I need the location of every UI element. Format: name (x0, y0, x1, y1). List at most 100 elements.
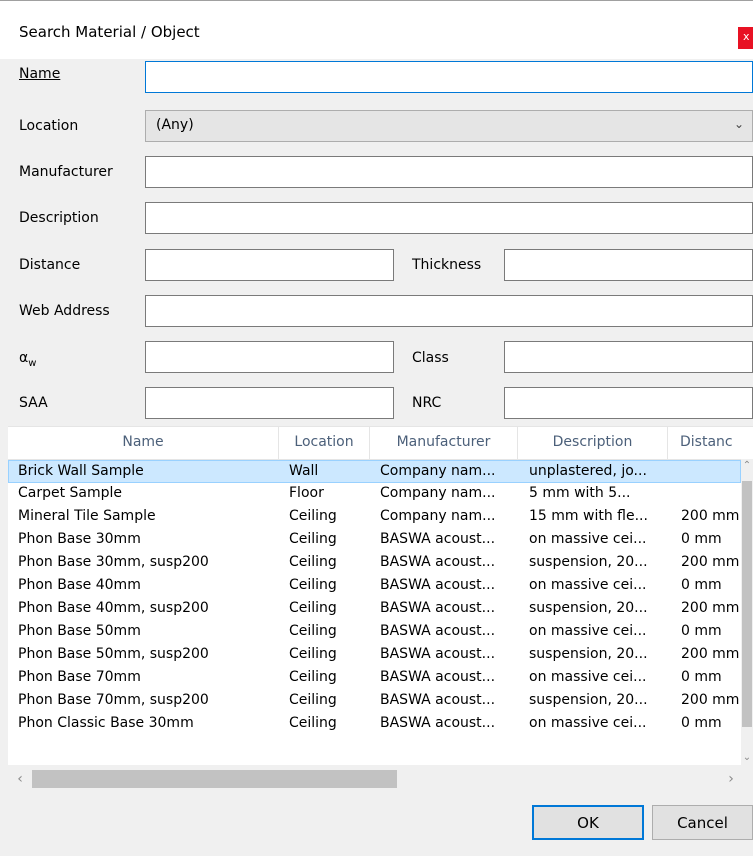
cell-location: Floor (289, 485, 324, 501)
ok-button[interactable]: OK (532, 805, 644, 840)
class-input[interactable] (504, 341, 753, 373)
cell-distance: 200 mm (681, 554, 740, 570)
title-bar: Search Material / Object x (0, 0, 753, 59)
table-row[interactable]: Phon Base 30mm, susp200 Ceiling BASWA acou… (8, 552, 741, 575)
table-row[interactable]: Phon Base 50mm Ceiling BASWA acoust... on m… (8, 621, 741, 644)
cell-manufacturer: BASWA acoust... (380, 577, 496, 593)
location-value: (Any) (156, 117, 194, 133)
cell-manufacturer: BASWA acoust... (380, 669, 496, 685)
table-row[interactable]: Phon Base 70mm, susp200 Ceiling BASWA acou… (8, 690, 741, 713)
cell-name: Phon Base 70mm (18, 669, 141, 685)
cell-manufacturer: BASWA acoust... (380, 623, 496, 639)
web-address-input[interactable] (145, 295, 753, 327)
scroll-up-icon[interactable]: ⌃ (741, 459, 753, 473)
column-header-distance[interactable]: Distanc (668, 427, 753, 459)
nrc-label: NRC (412, 395, 442, 411)
table-row[interactable]: Phon Classic Base 30mm Ceiling BASWA acous… (8, 713, 741, 736)
cell-manufacturer: Company nam... (380, 463, 496, 479)
cell-manufacturer: BASWA acoust... (380, 554, 496, 570)
name-label: Name (19, 66, 61, 82)
cell-location: Ceiling (289, 508, 337, 524)
table-row[interactable]: Brick Wall Sample Wall Company nam... unpla… (8, 460, 741, 483)
list-header: Name Location Manufacturer Description D… (8, 427, 753, 460)
column-header-name[interactable]: Name (8, 427, 279, 459)
scroll-left-icon[interactable]: ‹ (12, 770, 28, 788)
cell-name: Phon Base 40mm (18, 577, 141, 593)
cell-description: on massive cei... (529, 577, 647, 593)
cell-name: Mineral Tile Sample (18, 508, 156, 524)
saa-input[interactable] (145, 387, 394, 419)
cell-distance: 0 mm (681, 531, 722, 547)
alpha-w-input[interactable] (145, 341, 394, 373)
cell-name: Carpet Sample (18, 485, 123, 501)
table-row[interactable]: Mineral Tile Sample Ceiling Company nam...… (8, 506, 741, 529)
cancel-button[interactable]: Cancel (652, 805, 753, 840)
cell-distance: 0 mm (681, 715, 722, 731)
distance-label: Distance (19, 257, 81, 273)
dialog-title: Search Material / Object (19, 23, 200, 41)
cell-location: Ceiling (289, 669, 337, 685)
cell-name: Phon Base 50mm (18, 623, 141, 639)
table-row[interactable]: Phon Base 50mm, susp200 Ceiling BASWA acou… (8, 644, 741, 667)
chevron-down-icon: ⌄ (733, 117, 744, 131)
distance-input[interactable] (145, 249, 394, 281)
cell-distance: 0 mm (681, 623, 722, 639)
column-header-description[interactable]: Description (518, 427, 668, 459)
column-header-location[interactable]: Location (279, 427, 370, 459)
close-icon[interactable]: x (738, 27, 753, 49)
cell-description: suspension, 20... (529, 600, 648, 616)
alpha-w-label: αw (19, 350, 37, 369)
manufacturer-input[interactable] (145, 156, 753, 188)
cell-location: Ceiling (289, 715, 337, 731)
nrc-input[interactable] (504, 387, 753, 419)
scroll-down-icon[interactable]: ⌄ (741, 751, 753, 765)
cell-name: Phon Base 50mm, susp200 (18, 646, 209, 662)
table-row[interactable]: Carpet Sample Floor Company nam... 5 mm wit… (8, 483, 741, 506)
manufacturer-label: Manufacturer (19, 164, 113, 180)
cell-name: Phon Base 30mm (18, 531, 141, 547)
search-dialog: Search Material / Object x Name Location… (0, 0, 753, 856)
horizontal-scroll-thumb[interactable] (32, 770, 397, 788)
location-select[interactable]: (Any) ⌄ (145, 110, 753, 142)
cell-manufacturer: Company nam... (380, 508, 496, 524)
cell-manufacturer: BASWA acoust... (380, 715, 496, 731)
cell-location: Ceiling (289, 577, 337, 593)
cell-description: on massive cei... (529, 531, 647, 547)
cell-location: Ceiling (289, 692, 337, 708)
cell-distance: 200 mm (681, 692, 740, 708)
cell-location: Ceiling (289, 646, 337, 662)
scroll-right-icon[interactable]: › (723, 770, 739, 788)
cell-name: Phon Classic Base 30mm (18, 715, 194, 731)
cell-name: Phon Base 70mm, susp200 (18, 692, 209, 708)
horizontal-scrollbar[interactable]: ‹ › (8, 765, 753, 797)
table-row[interactable]: Phon Base 30mm Ceiling BASWA acoust... on m… (8, 529, 741, 552)
saa-label: SAA (19, 395, 48, 411)
cell-distance: 0 mm (681, 669, 722, 685)
cell-description: suspension, 20... (529, 554, 648, 570)
column-header-manufacturer[interactable]: Manufacturer (370, 427, 518, 459)
table-row[interactable]: Phon Base 70mm Ceiling BASWA acoust... on m… (8, 667, 741, 690)
vertical-scroll-thumb[interactable] (742, 481, 752, 727)
cell-description: suspension, 20... (529, 646, 648, 662)
cell-location: Ceiling (289, 623, 337, 639)
cell-name: Phon Base 40mm, susp200 (18, 600, 209, 616)
name-input[interactable] (145, 61, 753, 93)
cell-description: on massive cei... (529, 715, 647, 731)
vertical-scrollbar[interactable]: ⌃ ⌄ (741, 459, 753, 765)
cell-location: Ceiling (289, 554, 337, 570)
location-label: Location (19, 118, 79, 134)
results-list[interactable]: Name Location Manufacturer Description D… (8, 426, 753, 797)
description-input[interactable] (145, 202, 753, 234)
table-row[interactable]: Phon Base 40mm, susp200 Ceiling BASWA acou… (8, 598, 741, 621)
cell-description: unplastered, jo... (529, 463, 647, 479)
cell-manufacturer: BASWA acoust... (380, 646, 496, 662)
cell-distance: 0 mm (681, 577, 722, 593)
thickness-input[interactable] (504, 249, 753, 281)
cell-manufacturer: BASWA acoust... (380, 600, 496, 616)
cell-distance: 200 mm (681, 600, 740, 616)
cell-location: Wall (289, 463, 319, 479)
cell-location: Ceiling (289, 531, 337, 547)
cell-description: on massive cei... (529, 669, 647, 685)
table-row[interactable]: Phon Base 40mm Ceiling BASWA acoust... on m… (8, 575, 741, 598)
web-address-label: Web Address (19, 303, 110, 319)
